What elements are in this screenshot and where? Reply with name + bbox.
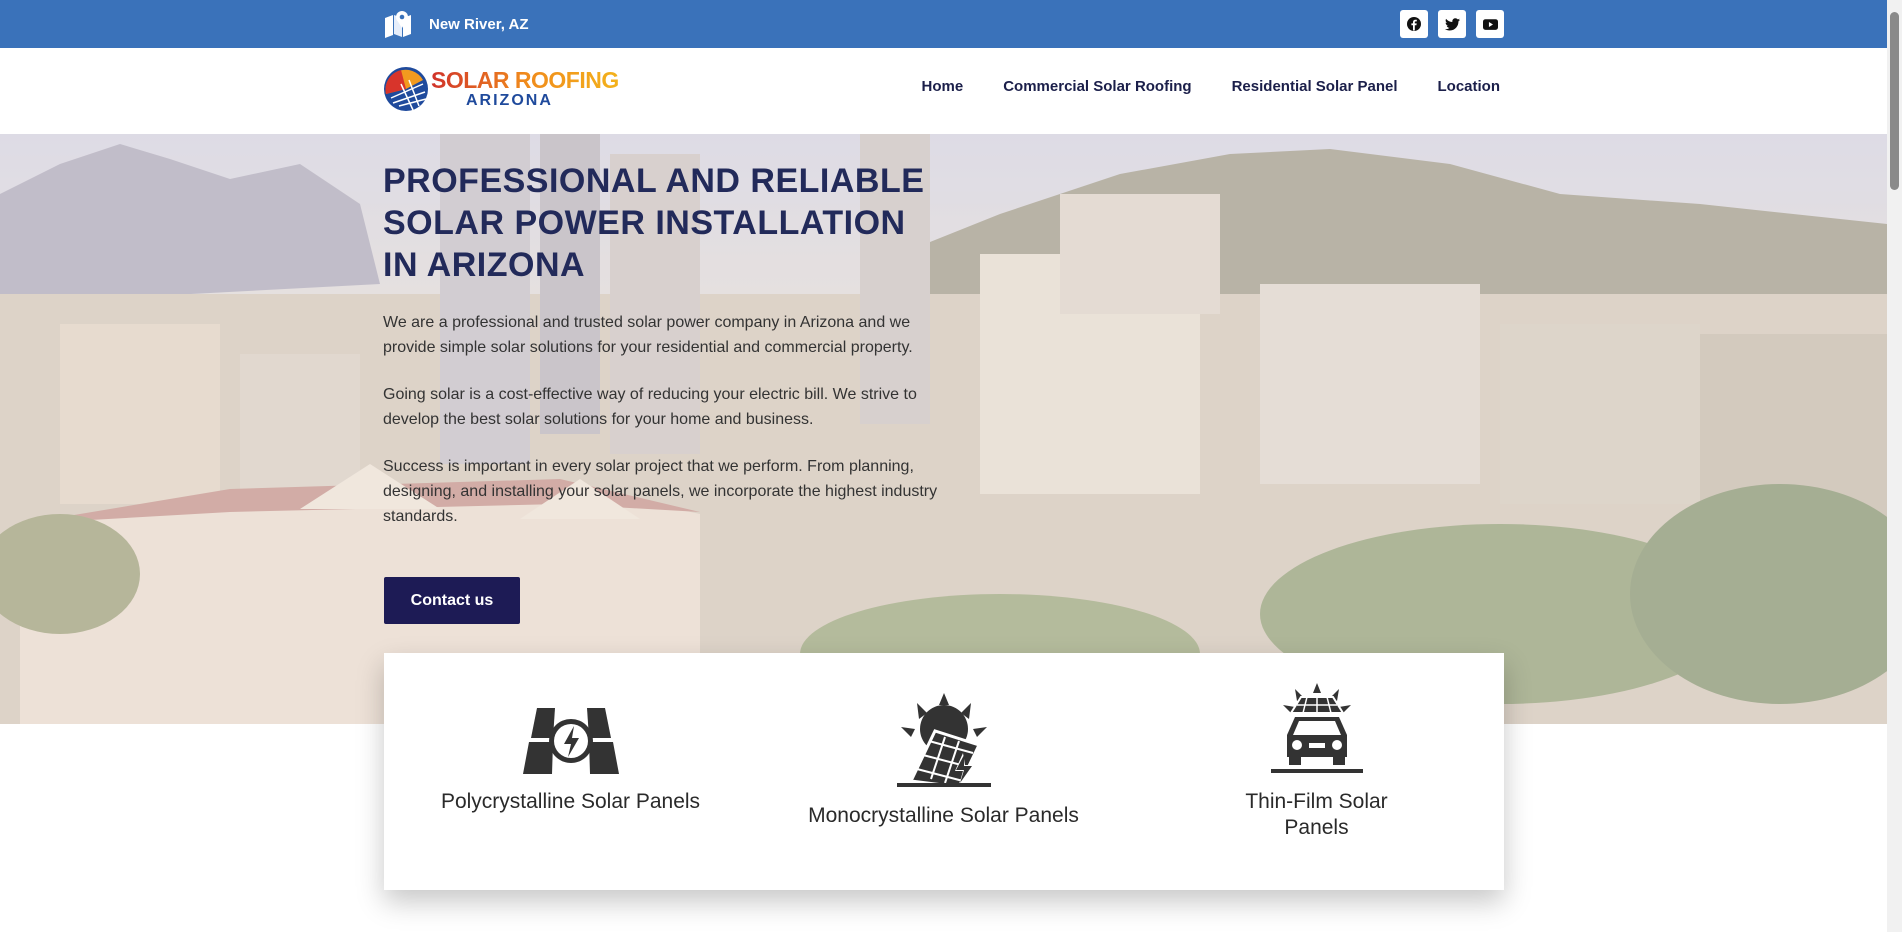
twitter-icon[interactable] bbox=[1438, 10, 1466, 38]
hero-paragraph-3: Success is important in every solar proj… bbox=[383, 458, 938, 525]
card-polycrystalline[interactable]: Polycrystalline Solar Panels bbox=[384, 653, 757, 890]
social-links bbox=[1394, 10, 1504, 38]
card-title-thin-film: Thin-Film Solar Panels bbox=[1245, 790, 1388, 839]
card-monocrystalline[interactable]: Monocrystalline Solar Panels bbox=[757, 653, 1130, 890]
card-title-monocrystalline: Monocrystalline Solar Panels bbox=[808, 804, 1079, 827]
panel-types-cards: Polycrystalline Solar Panels Monocrystal… bbox=[384, 653, 1504, 890]
location: New River, AZ bbox=[383, 10, 528, 38]
hero-paragraph-1: We are a professional and trusted solar … bbox=[383, 314, 913, 356]
map-icon bbox=[385, 11, 411, 38]
solar-car-icon bbox=[1270, 683, 1363, 773]
top-bar: New River, AZ bbox=[0, 0, 1887, 48]
nav-residential-solar-panel[interactable]: Residential Solar Panel bbox=[1232, 78, 1398, 95]
scrollbar-thumb[interactable] bbox=[1890, 12, 1899, 190]
main-nav: Home Commercial Solar Roofing Residentia… bbox=[882, 78, 1500, 95]
site-header: SOLAR ROOFING ARIZONA Home Commercial So… bbox=[0, 48, 1887, 134]
hero-content: PROFESSIONAL AND RELIABLE SOLAR POWER IN… bbox=[383, 160, 943, 529]
logo-line-2: ARIZONA bbox=[466, 92, 553, 109]
hero-title: PROFESSIONAL AND RELIABLE SOLAR POWER IN… bbox=[383, 162, 925, 284]
card-title-polycrystalline: Polycrystalline Solar Panels bbox=[440, 790, 701, 813]
youtube-icon[interactable] bbox=[1476, 10, 1504, 38]
nav-commercial-solar-roofing[interactable]: Commercial Solar Roofing bbox=[1003, 78, 1191, 95]
nav-home[interactable]: Home bbox=[922, 78, 964, 95]
card-thin-film[interactable]: Thin-Film Solar Panels bbox=[1130, 653, 1503, 890]
nav-location[interactable]: Location bbox=[1438, 78, 1501, 95]
solar-panel-bolt-icon bbox=[522, 708, 619, 774]
logo-globe-icon bbox=[384, 67, 428, 111]
facebook-icon[interactable] bbox=[1400, 10, 1428, 38]
sun-solar-panel-icon bbox=[896, 693, 991, 787]
logo[interactable]: SOLAR ROOFING ARIZONA bbox=[383, 66, 619, 112]
logo-line-1: SOLAR ROOFING bbox=[431, 67, 619, 93]
page-scrollbar[interactable] bbox=[1887, 0, 1902, 932]
hero-section: PROFESSIONAL AND RELIABLE SOLAR POWER IN… bbox=[0, 134, 1887, 724]
location-text: New River, AZ bbox=[429, 15, 529, 33]
contact-us-button[interactable]: Contact us bbox=[384, 577, 520, 624]
hero-paragraph-2: Going solar is a cost-effective way of r… bbox=[383, 386, 917, 428]
